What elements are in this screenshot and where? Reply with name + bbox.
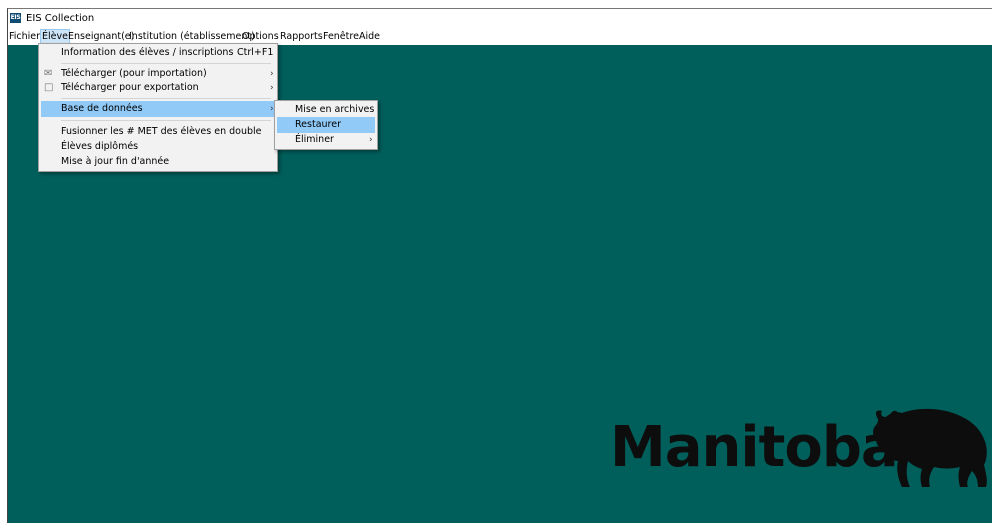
chevron-right-icon: › — [270, 83, 274, 93]
menu-item-label: Élèves diplômés — [61, 141, 139, 152]
menu-separator — [61, 120, 271, 121]
title-bar: EIS EIS Collection — [8, 9, 992, 29]
menu-item-label: Éliminer — [295, 134, 334, 145]
menu-separator — [61, 98, 271, 99]
menu-enseignant[interactable]: Enseignant(e) — [67, 30, 135, 44]
menu-item-archive[interactable]: Mise en archives — [277, 102, 375, 118]
chevron-right-icon: › — [369, 135, 373, 145]
shortcut-label: Ctrl+F1 — [237, 47, 274, 58]
menu-item-label: Mise à jour fin d'année — [61, 156, 170, 167]
import-icon: ✉ — [44, 68, 53, 79]
menu-item-student-info[interactable]: Information des élèves / inscriptions Ct… — [41, 45, 275, 61]
menu-item-year-end-update[interactable]: Mise à jour fin d'année — [41, 154, 275, 170]
menu-institution[interactable]: Institution (établissement) — [128, 30, 256, 44]
logo-wordmark: Manitoba — [610, 415, 899, 480]
export-icon: □ — [44, 82, 54, 93]
bison-icon — [873, 408, 987, 487]
menu-item-database[interactable]: Base de données › — [41, 101, 275, 117]
menu-options[interactable]: Options — [241, 30, 280, 44]
database-submenu: Mise en archives Restaurer Éliminer › — [274, 100, 378, 150]
menu-rapports[interactable]: Rapports — [279, 30, 324, 44]
menu-item-label: Restaurer — [295, 119, 341, 130]
menu-fenetre[interactable]: Fenêtre — [322, 30, 360, 44]
menu-aide[interactable]: Aide — [358, 30, 381, 44]
menu-item-download-export[interactable]: □ Télécharger pour exportation › — [41, 80, 275, 96]
menu-item-delete[interactable]: Éliminer › — [277, 132, 375, 148]
menu-item-label: Mise en archives — [295, 104, 375, 115]
menu-item-label: Fusionner les # MET des élèves en double — [61, 126, 262, 137]
menu-fichier[interactable]: Fichier — [8, 30, 41, 44]
menu-item-label: Information des élèves / inscriptions — [61, 47, 234, 58]
manitoba-logo: Manitoba — [610, 395, 990, 495]
menu-item-label: Base de données — [61, 103, 143, 114]
menu-item-restore[interactable]: Restaurer — [277, 117, 375, 133]
menu-item-graduates[interactable]: Élèves diplômés — [41, 139, 275, 155]
app-icon: EIS — [10, 13, 21, 23]
menu-item-merge-duplicates[interactable]: Fusionner les # MET des élèves en double — [41, 124, 275, 140]
menu-item-label: Télécharger pour exportation — [61, 82, 199, 93]
menu-separator — [61, 63, 271, 64]
window-title: EIS Collection — [26, 13, 95, 24]
eleve-dropdown-menu: Information des élèves / inscriptions Ct… — [38, 43, 278, 172]
